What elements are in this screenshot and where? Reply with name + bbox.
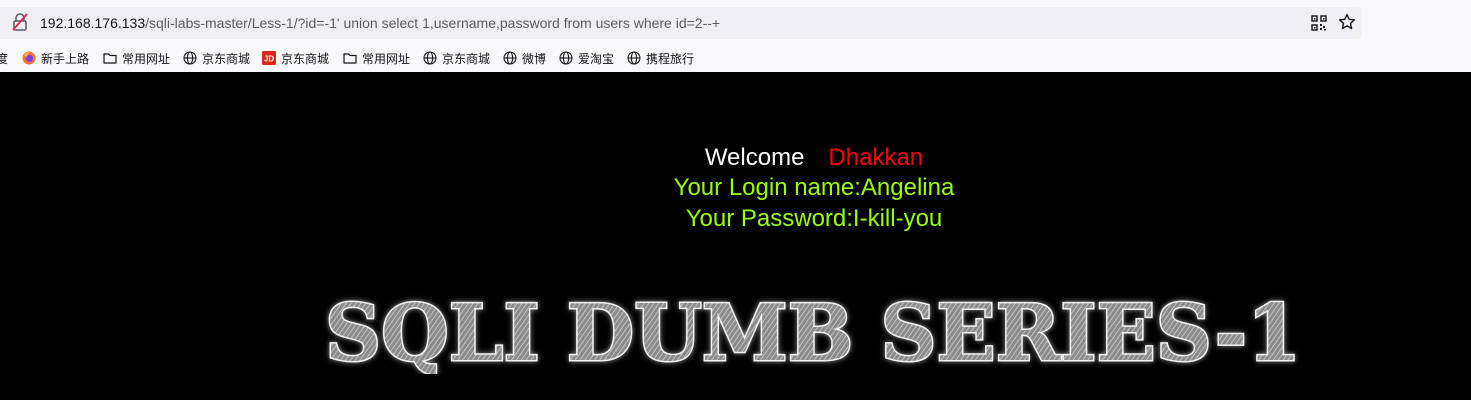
- url-text[interactable]: 192.168.176.133/sqli-labs-master/Less-1/…: [40, 13, 720, 33]
- welcome-line: Welcome Dhakkan: [0, 143, 1471, 173]
- browser-chrome: 192.168.176.133/sqli-labs-master/Less-1/…: [0, 0, 1471, 72]
- bookmark-label: 微博: [522, 51, 547, 66]
- bookmark-item[interactable]: 爱淘宝: [559, 48, 614, 68]
- bookmark-item[interactable]: 微博: [503, 48, 546, 68]
- url-host: 192.168.176.133: [40, 15, 146, 31]
- bookmark-item[interactable]: 京东商城: [183, 48, 250, 68]
- globe-icon: [627, 51, 641, 65]
- globe-icon: [423, 51, 437, 65]
- firefox-icon: [22, 51, 36, 65]
- globe-icon: [503, 51, 517, 65]
- bookmark-label: 京东商城: [442, 51, 491, 66]
- qr-code-icon[interactable]: [1311, 15, 1327, 31]
- password-result: Your Password:I-kill-you: [685, 205, 943, 232]
- insecure-lock-icon[interactable]: [12, 13, 28, 31]
- bookmark-star-icon[interactable]: [1338, 13, 1356, 31]
- bookmark-label: 常用网址: [122, 51, 171, 66]
- bookmark-item[interactable]: 携程旅行: [627, 48, 694, 68]
- address-row: 192.168.176.133/sqli-labs-master/Less-1/…: [0, 0, 1471, 44]
- bookmark-label: 新手上路: [41, 51, 90, 66]
- bookmark-label: 携程旅行: [646, 51, 695, 66]
- welcome-name: Dhakkan: [828, 144, 924, 171]
- login-name-result: Your Login name:Angelina: [673, 174, 955, 201]
- folder-icon: [103, 51, 117, 65]
- bookmark-label: 度: [0, 51, 9, 66]
- bookmarks-toolbar: 度 新手上路 常用网址 京东商城 JD 京东商城 常用网址 京东商城 微博 爱淘…: [0, 44, 1471, 72]
- bookmark-folder[interactable]: 常用网址: [103, 48, 170, 68]
- bookmark-label: 爱淘宝: [578, 51, 615, 66]
- bookmark-label: 京东商城: [281, 51, 330, 66]
- svg-text:JD: JD: [264, 55, 274, 64]
- url-path: /sqli-labs-master/Less-1/?id=-1' union s…: [145, 15, 721, 31]
- bookmark-folder[interactable]: 常用网址: [343, 48, 410, 68]
- bookmark-item[interactable]: 京东商城: [423, 48, 490, 68]
- bookmark-label: 京东商城: [202, 51, 251, 66]
- bookmark-item[interactable]: 度: [0, 48, 8, 68]
- globe-icon: [183, 51, 197, 65]
- bookmark-item[interactable]: JD 京东商城: [262, 48, 329, 68]
- globe-icon: [559, 51, 573, 65]
- welcome-text: Welcome: [704, 144, 805, 171]
- folder-icon: [343, 51, 357, 65]
- jd-icon: JD: [262, 51, 276, 65]
- page-content: Welcome Dhakkan Your Login name:Angelina …: [0, 72, 1471, 400]
- bookmark-item[interactable]: 新手上路: [22, 48, 89, 68]
- bookmark-label: 常用网址: [362, 51, 411, 66]
- sqli-dumb-series-banner: SQLI DUMB SERIES-1: [324, 294, 1303, 374]
- banner-text: SQLI DUMB SERIES-1: [325, 294, 1301, 374]
